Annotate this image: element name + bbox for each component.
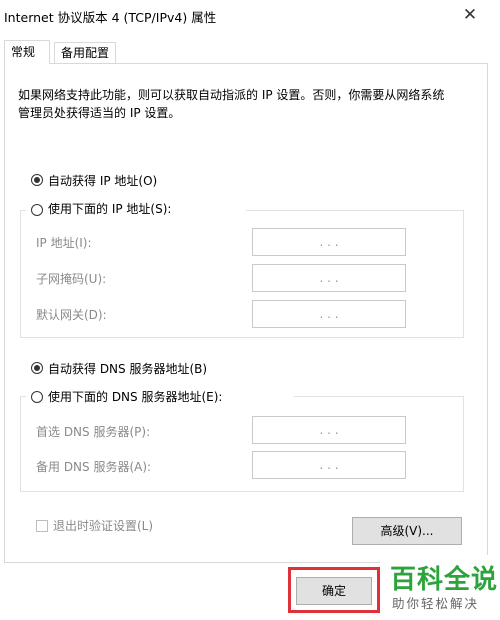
radio-manual-dns-label[interactable]: 使用下面的 DNS 服务器地址(E):: [48, 388, 222, 405]
subnet-mask-value: . . .: [319, 271, 339, 285]
subnet-mask-field: . . .: [252, 264, 406, 292]
radio-manual-ip-label[interactable]: 使用下面的 IP 地址(S):: [48, 200, 171, 217]
tab-general[interactable]: 常规: [4, 40, 50, 64]
watermark-badge: 百科全说 助你轻松解决: [380, 555, 499, 615]
advanced-button[interactable]: 高级(V)...: [352, 517, 462, 545]
default-gateway-label: 默认网关(D):: [36, 308, 107, 322]
radio-auto-ip-label[interactable]: 自动获得 IP 地址(O): [48, 172, 157, 189]
alternate-dns-value: . . .: [319, 458, 339, 472]
ip-address-field: . . .: [252, 228, 406, 256]
intro-text: 如果网络支持此功能，则可以获取自动指派的 IP 设置。否则，你需要从网络系统管理…: [18, 88, 445, 120]
tab-alternate-config[interactable]: 备用配置: [54, 42, 116, 64]
subnet-mask-label: 子网掩码(U):: [36, 272, 107, 286]
preferred-dns-label: 首选 DNS 服务器(P):: [36, 425, 151, 439]
radio-auto-dns[interactable]: [31, 362, 43, 374]
ip-address-label: IP 地址(I):: [36, 236, 92, 250]
validate-on-exit-label: 退出时验证设置(L): [53, 519, 154, 533]
radio-manual-ip[interactable]: [31, 204, 43, 216]
ip-address-value: . . .: [319, 235, 339, 249]
validate-on-exit-checkbox: [36, 520, 48, 532]
alternate-dns-label: 备用 DNS 服务器(A):: [36, 460, 152, 474]
preferred-dns-value: . . .: [319, 423, 339, 437]
window-title: Internet 协议版本 4 (TCP/IPv4) 属性: [4, 10, 217, 25]
ok-button[interactable]: 确定: [296, 577, 372, 605]
preferred-dns-field: . . .: [252, 416, 406, 444]
radio-manual-dns[interactable]: [31, 391, 43, 403]
close-icon[interactable]: ✕: [456, 2, 484, 28]
default-gateway-field: . . .: [252, 300, 406, 328]
watermark-slogan: 助你轻松解决: [392, 596, 480, 611]
radio-auto-ip[interactable]: [31, 174, 43, 186]
alternate-dns-field: . . .: [252, 451, 406, 479]
watermark-logo: 百科全说: [390, 565, 499, 595]
title-bar: Internet 协议版本 4 (TCP/IPv4) 属性 ✕: [0, 0, 500, 30]
radio-auto-dns-label[interactable]: 自动获得 DNS 服务器地址(B): [48, 360, 207, 377]
default-gateway-value: . . .: [319, 307, 339, 321]
